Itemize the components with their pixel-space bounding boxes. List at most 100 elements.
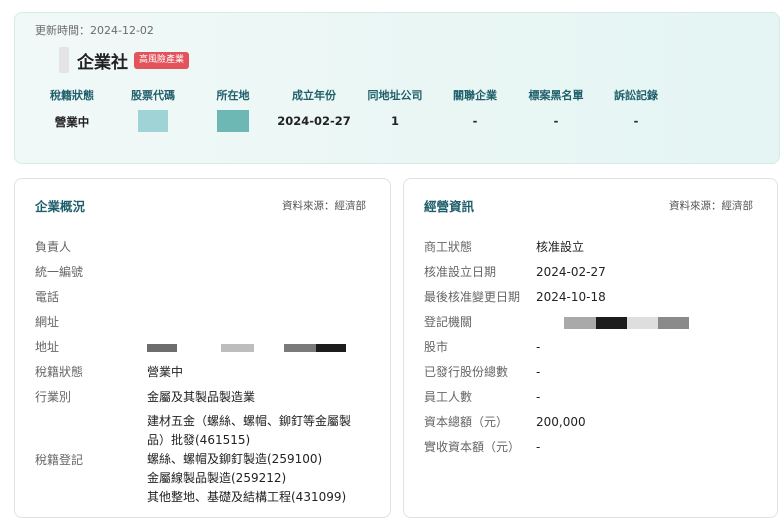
stat-value: 營業中	[54, 115, 90, 129]
tax-registration-line: 螺絲、螺帽及鉚釘製造(259100)	[147, 452, 323, 466]
row-label: 資本總額（元）	[424, 415, 509, 429]
redacted-block	[284, 343, 316, 352]
stat-label: 同地址公司	[367, 89, 423, 102]
data-source: 資料來源：經濟部	[669, 200, 753, 212]
row-value: -	[536, 390, 541, 404]
authority-redacted	[536, 310, 689, 335]
row-registration-authority: 登記機關	[424, 310, 767, 335]
row-approval-date: 核准設立日期 2024-02-27	[424, 260, 767, 285]
row-value: 營業中	[147, 365, 184, 379]
company-name: 企業社	[77, 52, 128, 73]
stat-value: 1	[390, 114, 399, 128]
redacted-block	[221, 343, 254, 352]
stat-label: 股票代碼	[131, 89, 175, 102]
stat-value: -	[633, 114, 639, 128]
address-redacted	[147, 335, 346, 360]
stat-value	[213, 110, 253, 134]
stat-value: -	[553, 114, 559, 128]
data-source: 資料來源：經濟部	[282, 200, 366, 212]
stat-stock-code: 股票代碼	[129, 87, 177, 134]
row-tax-status: 稅籍狀態 營業中	[35, 360, 380, 385]
stat-label: 關聯企業	[453, 89, 497, 102]
tax-registration-line: 金屬線製品製造(259212)	[147, 471, 287, 485]
row-address: 地址	[35, 335, 380, 360]
row-label: 商工狀態	[424, 240, 473, 254]
tax-registration-line: 品）批發(461515)	[147, 433, 251, 447]
row-label: 電話	[35, 290, 60, 304]
redacted-block	[627, 316, 658, 329]
row-value: -	[536, 440, 541, 454]
company-header-card: 更新時間：2024-12-02 企業社 高風險產業 稅籍狀態 營業中 股票代碼 …	[14, 12, 780, 164]
row-label: 稅籍登記	[35, 453, 84, 467]
redacted-block	[658, 316, 689, 329]
company-title-row: 企業社 高風險產業	[59, 47, 190, 73]
tax-registration-line: 其他整地、基礎及結構工程(431099)	[147, 490, 347, 504]
row-website: 網址	[35, 310, 380, 335]
row-label: 最後核准變更日期	[424, 290, 521, 304]
stat-same-address[interactable]: 同地址公司 1	[365, 87, 425, 134]
row-value: -	[536, 365, 541, 379]
company-logo-redacted	[59, 47, 69, 73]
row-phone: 電話	[35, 285, 380, 310]
row-label: 登記機關	[424, 315, 473, 329]
stat-related-companies[interactable]: 關聯企業 -	[451, 87, 499, 134]
redacted-block	[138, 110, 168, 132]
row-label: 稅籍狀態	[35, 365, 84, 379]
row-label: 股市	[424, 340, 449, 354]
row-label: 核准設立日期	[424, 265, 497, 279]
row-stock-market: 股市 -	[424, 335, 767, 360]
row-paid-in-capital: 實收資本額（元） -	[424, 435, 767, 460]
row-label: 員工人數	[424, 390, 473, 404]
row-label: 網址	[35, 315, 60, 329]
stat-tender-blacklist[interactable]: 標案黑名單 -	[525, 87, 587, 134]
row-value: -	[536, 340, 541, 354]
row-owner: 負責人	[35, 235, 380, 260]
stat-value: 2024-02-27	[277, 114, 351, 128]
stat-label: 稅籍狀態	[50, 89, 94, 102]
redacted-block	[564, 316, 596, 329]
row-value: 核准設立	[536, 240, 585, 254]
row-total-capital: 資本總額（元） 200,000	[424, 410, 767, 435]
stat-label: 成立年份	[292, 89, 336, 102]
stat-label: 標案黑名單	[528, 89, 584, 102]
redacted-gap	[536, 316, 564, 329]
row-label: 負責人	[35, 240, 72, 254]
row-value: 2024-02-27	[536, 265, 606, 279]
tax-registration-list: 建材五金（螺絲、螺帽、鉚釘等金屬製 品）批發(461515) 螺絲、螺帽及鉚釘製…	[147, 412, 351, 507]
stat-value	[129, 110, 177, 134]
panel-title: 經營資訊	[424, 199, 475, 214]
row-value: 金屬及其製品製造業	[147, 390, 256, 404]
company-overview-panel: 企業概況 資料來源：經濟部 負責人 統一編號 電話 網址 地址 稅籍狀態 營業中	[14, 178, 391, 518]
overview-rows: 負責人 統一編號 電話 網址 地址 稅籍狀態 營業中 行業別 金屬及其製品製造業	[35, 235, 380, 507]
row-last-change-date: 最後核准變更日期 2024-10-18	[424, 285, 767, 310]
panel-title: 企業概況	[35, 199, 86, 214]
stat-litigation[interactable]: 訴訟記錄 -	[611, 87, 661, 134]
row-employee-count: 員工人數 -	[424, 385, 767, 410]
stat-label: 訴訟記錄	[614, 89, 658, 102]
business-rows: 商工狀態 核准設立 核准設立日期 2024-02-27 最後核准變更日期 202…	[424, 235, 767, 460]
tax-registration-line: 建材五金（螺絲、螺帽、鉚釘等金屬製	[147, 414, 352, 428]
business-info-panel: 經營資訊 資料來源：經濟部 商工狀態 核准設立 核准設立日期 2024-02-2…	[403, 178, 778, 518]
row-label: 實收資本額（元）	[424, 440, 521, 454]
updated-time: 更新時間：2024-12-02	[35, 24, 154, 37]
row-label: 行業別	[35, 390, 72, 404]
row-label: 已發行股份總數	[424, 365, 509, 379]
row-value: 2024-10-18	[536, 290, 606, 304]
row-tax-id: 統一編號	[35, 260, 380, 285]
redacted-gap	[254, 343, 284, 352]
row-label: 統一編號	[35, 265, 84, 279]
stat-tax-status: 稅籍狀態 營業中	[45, 87, 99, 134]
row-value: 200,000	[536, 415, 586, 429]
row-registration-status: 商工狀態 核准設立	[424, 235, 767, 260]
redacted-block	[147, 343, 177, 352]
redacted-gap	[177, 343, 221, 352]
redacted-block	[316, 343, 346, 352]
row-industry: 行業別 金屬及其製品製造業	[35, 385, 380, 410]
stat-location: 所在地	[213, 87, 253, 134]
row-tax-registration: 稅籍登記 建材五金（螺絲、螺帽、鉚釘等金屬製 品）批發(461515) 螺絲、螺…	[35, 412, 380, 507]
stat-founded: 成立年份 2024-02-27	[277, 87, 351, 134]
risk-badge[interactable]: 高風險產業	[134, 51, 190, 69]
row-label: 地址	[35, 340, 60, 354]
redacted-block	[596, 316, 627, 329]
stat-label: 所在地	[216, 89, 250, 102]
